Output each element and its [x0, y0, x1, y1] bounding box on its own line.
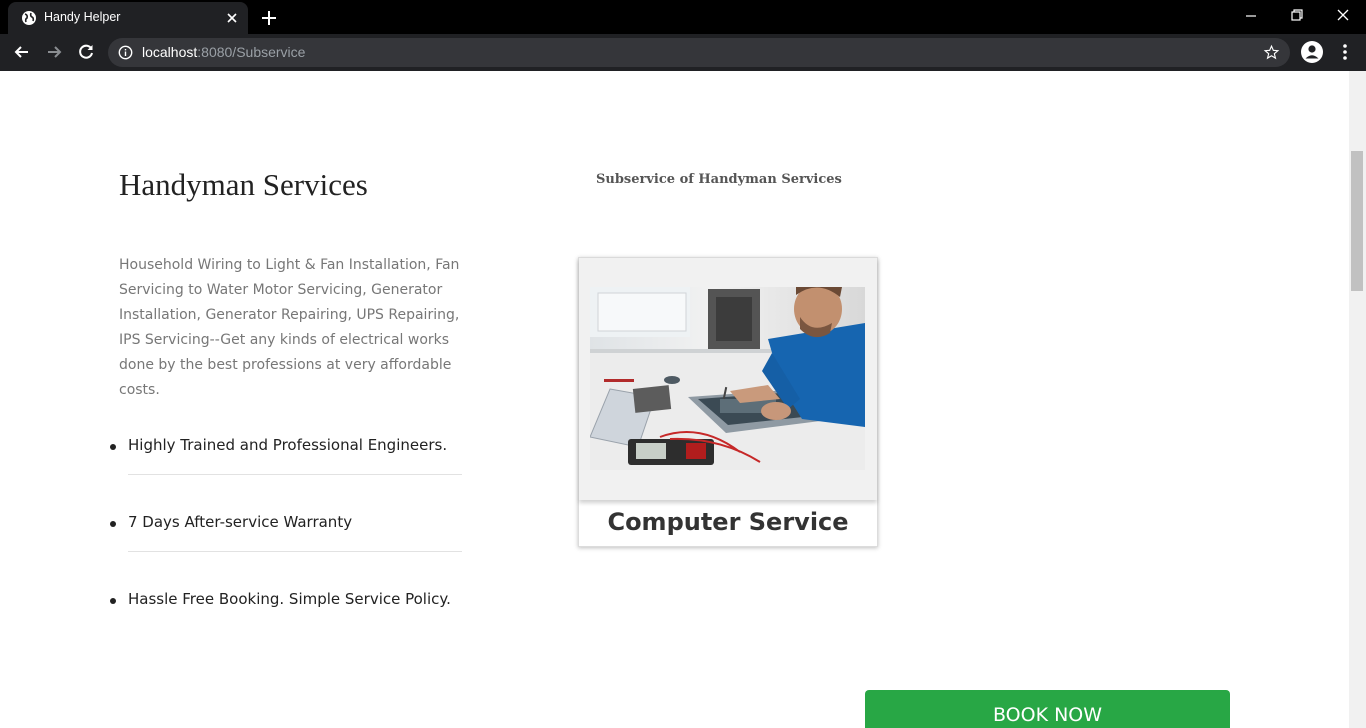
card-image-area[interactable]: [579, 258, 877, 500]
info-icon[interactable]: [118, 45, 133, 60]
feature-item: 7 Days After-service Warranty: [100, 503, 470, 580]
feature-text: Hassle Free Booking. Simple Service Poli…: [128, 590, 451, 608]
star-icon[interactable]: [1263, 44, 1280, 61]
reload-icon[interactable]: [76, 42, 96, 62]
divider: [128, 551, 462, 552]
technician-repairing-laptop-image[interactable]: [590, 287, 865, 470]
url-text: localhost:8080/Subservice: [142, 44, 306, 60]
feature-item: Highly Trained and Professional Engineer…: [100, 426, 470, 503]
minimize-icon[interactable]: [1243, 8, 1259, 24]
divider: [128, 474, 462, 475]
tab-title: Handy Helper: [44, 10, 121, 24]
bullet-icon: [110, 444, 116, 450]
bullet-icon: [110, 598, 116, 604]
close-icon[interactable]: [224, 10, 240, 26]
restore-icon[interactable]: [1289, 7, 1305, 23]
card-title[interactable]: Computer Service: [579, 508, 877, 536]
window-close-icon[interactable]: [1335, 7, 1351, 23]
service-description: Household Wiring to Light & Fan Installa…: [119, 257, 460, 398]
feature-text: 7 Days After-service Warranty: [128, 513, 353, 531]
subservice-card[interactable]: Computer Service: [578, 257, 878, 547]
browser-tab-bar: Handy Helper: [0, 0, 1366, 34]
browser-toolbar: localhost:8080/Subservice: [0, 34, 1366, 71]
globe-icon: [22, 11, 36, 25]
vertical-scrollbar[interactable]: [1349, 71, 1366, 728]
bullet-icon: [110, 521, 116, 527]
feature-item: Hassle Free Booking. Simple Service Poli…: [100, 580, 470, 657]
book-now-button[interactable]: BOOK NOW: [865, 690, 1230, 728]
feature-list: Highly Trained and Professional Engineer…: [100, 426, 470, 657]
kebab-menu-icon[interactable]: [1337, 42, 1353, 62]
feature-text: Highly Trained and Professional Engineer…: [128, 436, 448, 454]
address-bar[interactable]: localhost:8080/Subservice: [108, 38, 1290, 67]
subservice-heading: Subservice of Handyman Services: [596, 172, 842, 187]
browser-tab[interactable]: Handy Helper: [8, 2, 248, 34]
page-viewport: Handyman Services Household Wiring to Li…: [0, 71, 1349, 728]
profile-icon[interactable]: [1300, 40, 1324, 64]
page-title: Handyman Services: [119, 167, 368, 202]
back-arrow-icon[interactable]: [12, 42, 32, 62]
scrollbar-thumb[interactable]: [1351, 151, 1363, 291]
plus-icon[interactable]: [259, 8, 279, 28]
forward-arrow-icon[interactable]: [44, 42, 64, 62]
